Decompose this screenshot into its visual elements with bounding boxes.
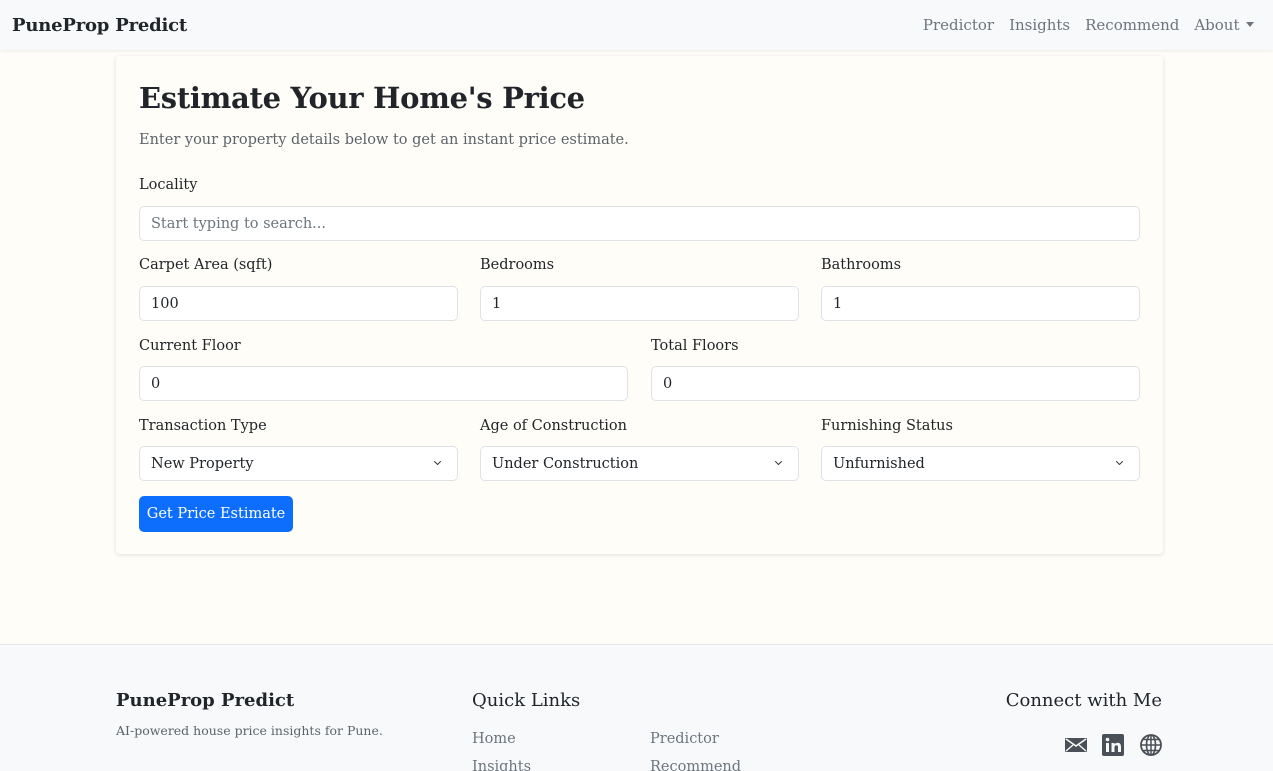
- transaction-type-select[interactable]: New Property: [139, 446, 458, 481]
- transaction-type-label: Transaction Type: [139, 418, 267, 434]
- linkedin-icon[interactable]: [1101, 733, 1125, 757]
- locality-label: Locality: [139, 177, 198, 193]
- chevron-down-icon: [434, 461, 441, 465]
- nav-links: Predictor Insights Recommend About: [915, 16, 1261, 34]
- carpet-area-label: Carpet Area (sqft): [139, 257, 273, 273]
- carpet-area-input[interactable]: 100: [139, 286, 458, 321]
- bathrooms-input[interactable]: 1: [821, 286, 1140, 321]
- age-of-construction-value: Under Construction: [492, 455, 639, 472]
- footer-brand: PuneProp Predict: [116, 690, 295, 711]
- total-floors-label: Total Floors: [651, 338, 739, 354]
- furnishing-status-label: Furnishing Status: [821, 418, 953, 434]
- nav-dropdown-about[interactable]: About: [1187, 16, 1261, 34]
- footer-tagline: AI-powered house price insights for Pune…: [116, 723, 383, 738]
- age-of-construction-select[interactable]: Under Construction: [480, 446, 799, 481]
- footer: PuneProp Predict AI-powered house price …: [0, 644, 1273, 771]
- navbar-brand[interactable]: PuneProp Predict: [12, 15, 187, 36]
- age-of-construction-label: Age of Construction: [480, 418, 628, 434]
- page-subtitle: Enter your property details below to get…: [139, 132, 629, 148]
- chevron-down-icon: [1116, 461, 1123, 465]
- footer-link-recommend[interactable]: Recommend: [650, 759, 741, 771]
- price-estimate-card: Estimate Your Home's Price Enter your pr…: [116, 56, 1163, 554]
- page-title: Estimate Your Home's Price: [139, 81, 585, 115]
- get-price-estimate-button[interactable]: Get Price Estimate: [139, 496, 293, 532]
- furnishing-status-value: Unfurnished: [833, 455, 925, 472]
- nav-link-predictor[interactable]: Predictor: [915, 16, 1001, 34]
- globe-icon[interactable]: [1139, 733, 1163, 757]
- bathrooms-label: Bathrooms: [821, 257, 902, 273]
- email-icon[interactable]: [1064, 733, 1088, 757]
- bedrooms-label: Bedrooms: [480, 257, 555, 273]
- locality-input[interactable]: Start typing to search...: [139, 206, 1140, 241]
- top-navbar: PuneProp Predict Predictor Insights Reco…: [0, 0, 1273, 50]
- nav-link-recommend[interactable]: Recommend: [1078, 16, 1187, 34]
- furnishing-status-select[interactable]: Unfurnished: [821, 446, 1140, 481]
- connect-title: Connect with Me: [1005, 690, 1162, 711]
- bedrooms-input[interactable]: 1: [480, 286, 799, 321]
- total-floors-input[interactable]: 0: [651, 366, 1140, 401]
- transaction-type-value: New Property: [151, 455, 254, 472]
- current-floor-label: Current Floor: [139, 338, 241, 354]
- chevron-down-icon: [775, 461, 782, 465]
- footer-link-home[interactable]: Home: [472, 731, 516, 747]
- footer-link-predictor[interactable]: Predictor: [650, 731, 719, 747]
- current-floor-input[interactable]: 0: [139, 366, 628, 401]
- quick-links-title: Quick Links: [472, 690, 581, 711]
- nav-link-insights[interactable]: Insights: [1002, 16, 1078, 34]
- footer-link-insights[interactable]: Insights: [472, 759, 531, 771]
